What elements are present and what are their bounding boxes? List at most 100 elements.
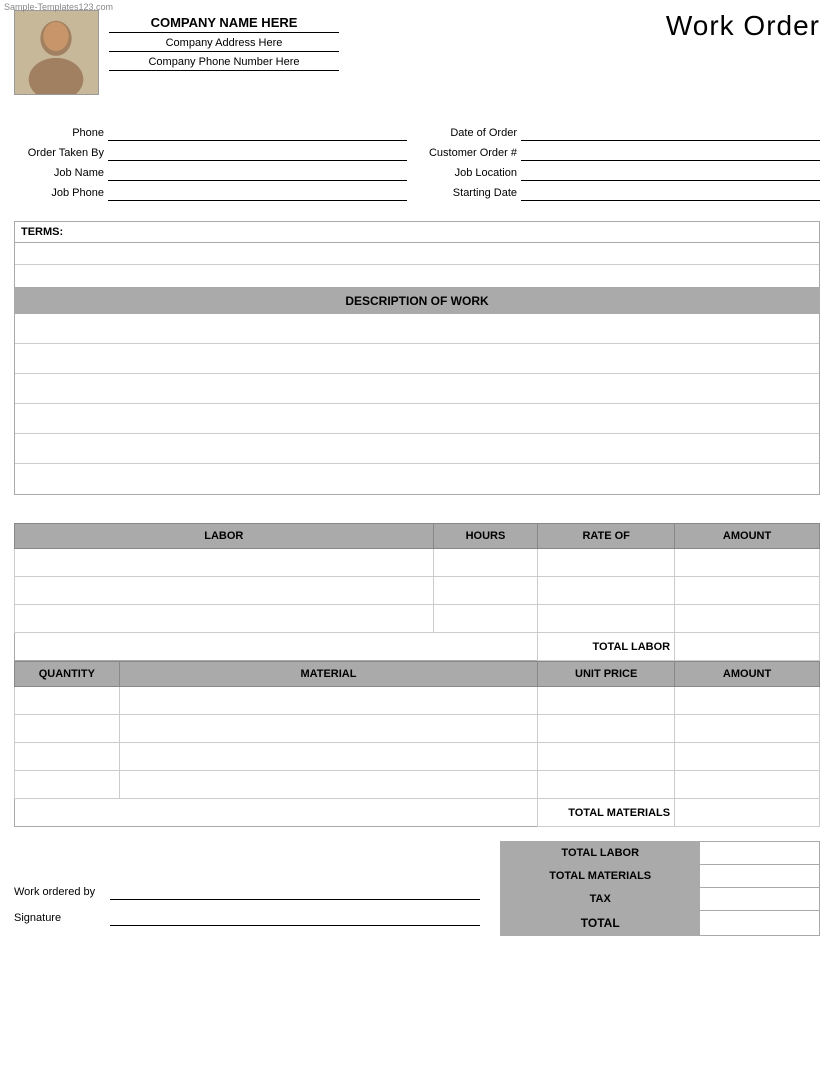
mat-row-1-material[interactable] xyxy=(119,687,538,715)
order-taken-by-row: Order Taken By xyxy=(14,145,407,161)
mat-row-3-unit[interactable] xyxy=(538,743,675,771)
mat-row-4-unit[interactable] xyxy=(538,771,675,799)
mat-row-2-amount[interactable] xyxy=(675,715,820,743)
mat-row-4-amount[interactable] xyxy=(675,771,820,799)
unit-price-col-header: UNIT PRICE xyxy=(538,662,675,687)
summary-total-labor: TOTAL LABOR xyxy=(501,842,820,865)
mat-row-4-material[interactable] xyxy=(119,771,538,799)
hours-col-header: HOURS xyxy=(433,524,538,549)
labor-row-1[interactable] xyxy=(15,549,820,577)
company-address: Company Address Here xyxy=(109,37,339,52)
desc-row-6[interactable] xyxy=(15,464,819,494)
phone-row: Phone xyxy=(14,125,407,141)
job-location-label: Job Location xyxy=(427,167,517,179)
description-section xyxy=(14,314,820,495)
avatar xyxy=(14,10,99,95)
mat-row-2-unit[interactable] xyxy=(538,715,675,743)
starting-date-input[interactable] xyxy=(521,185,820,201)
form-right: Date of Order Customer Order # Job Locat… xyxy=(427,125,820,205)
date-of-order-input[interactable] xyxy=(521,125,820,141)
labor-row-1-rate[interactable] xyxy=(538,549,675,577)
labor-row-3-labor[interactable] xyxy=(15,605,434,633)
terms-row-1[interactable] xyxy=(15,243,819,265)
mat-row-2[interactable] xyxy=(15,715,820,743)
mat-row-2-qty[interactable] xyxy=(15,715,120,743)
summary-total-label: TOTAL xyxy=(501,911,700,936)
company-name: COMPANY NAME HERE xyxy=(109,15,339,33)
summary-total-value[interactable] xyxy=(700,911,820,936)
desc-row-1[interactable] xyxy=(15,314,819,344)
mat-row-1-amount[interactable] xyxy=(675,687,820,715)
labor-row-3-rate[interactable] xyxy=(538,605,675,633)
materials-table: QUANTITY MATERIAL UNIT PRICE AMOUNT xyxy=(14,661,820,827)
job-name-input[interactable] xyxy=(108,165,407,181)
job-phone-row: Job Phone xyxy=(14,185,407,201)
watermark: Sample-Templates123.com xyxy=(4,2,113,12)
summary-section: Work ordered by Signature TOTAL LABOR TO… xyxy=(14,841,820,936)
labor-row-1-hours[interactable] xyxy=(433,549,538,577)
header-left: COMPANY NAME HERE Company Address Here C… xyxy=(14,10,339,95)
desc-row-5[interactable] xyxy=(15,434,819,464)
summary-total-labor-value[interactable] xyxy=(700,842,820,865)
materials-total-value[interactable] xyxy=(675,799,820,827)
job-phone-label: Job Phone xyxy=(14,187,104,199)
mat-row-2-material[interactable] xyxy=(119,715,538,743)
qty-col-header: QUANTITY xyxy=(15,662,120,687)
signature-input[interactable] xyxy=(110,910,480,926)
phone-label: Phone xyxy=(14,127,104,139)
desc-row-3[interactable] xyxy=(15,374,819,404)
terms-row-2[interactable] xyxy=(15,265,819,287)
mat-row-3-qty[interactable] xyxy=(15,743,120,771)
labor-row-2-labor[interactable] xyxy=(15,577,434,605)
labor-col-header: LABOR xyxy=(15,524,434,549)
mat-row-3-material[interactable] xyxy=(119,743,538,771)
labor-row-3-hours[interactable] xyxy=(433,605,538,633)
amount-col-header: AMOUNT xyxy=(675,524,820,549)
phone-input[interactable] xyxy=(108,125,407,141)
job-name-row: Job Name xyxy=(14,165,407,181)
job-phone-input[interactable] xyxy=(108,185,407,201)
customer-order-row: Customer Order # xyxy=(427,145,820,161)
desc-row-2[interactable] xyxy=(15,344,819,374)
labor-row-1-amount[interactable] xyxy=(675,549,820,577)
labor-row-2-hours[interactable] xyxy=(433,577,538,605)
summary-total: TOTAL xyxy=(501,911,820,936)
work-ordered-by-input[interactable] xyxy=(110,884,480,900)
summary-tax-label: TAX xyxy=(501,888,700,911)
summary-total-materials-value[interactable] xyxy=(700,865,820,888)
labor-section: LABOR HOURS RATE OF AMOUNT xyxy=(14,523,820,827)
labor-row-1-labor[interactable] xyxy=(15,549,434,577)
order-taken-by-input[interactable] xyxy=(108,145,407,161)
company-phone: Company Phone Number Here xyxy=(109,56,339,71)
labor-total-row: TOTAL LABOR xyxy=(15,633,820,661)
customer-order-input[interactable] xyxy=(521,145,820,161)
labor-row-2-amount[interactable] xyxy=(675,577,820,605)
labor-row-2[interactable] xyxy=(15,577,820,605)
mat-row-3-amount[interactable] xyxy=(675,743,820,771)
page-title: Work Order xyxy=(666,10,820,42)
summary-total-materials-label: TOTAL MATERIALS xyxy=(501,865,700,888)
description-header: DESCRIPTION OF WORK xyxy=(14,288,820,314)
labor-row-3-amount[interactable] xyxy=(675,605,820,633)
summary-table: TOTAL LABOR TOTAL MATERIALS TAX TOTAL xyxy=(500,841,820,936)
labor-total-value[interactable] xyxy=(675,633,820,661)
terms-section: TERMS: xyxy=(14,221,820,288)
mat-row-4-qty[interactable] xyxy=(15,771,120,799)
mat-row-1-qty[interactable] xyxy=(15,687,120,715)
job-location-row: Job Location xyxy=(427,165,820,181)
work-ordered-by-row: Work ordered by xyxy=(14,884,480,900)
desc-row-4[interactable] xyxy=(15,404,819,434)
job-location-input[interactable] xyxy=(521,165,820,181)
summary-total-materials: TOTAL MATERIALS xyxy=(501,865,820,888)
form-left: Phone Order Taken By Job Name Job Phone xyxy=(14,125,407,205)
summary-tax-value[interactable] xyxy=(700,888,820,911)
mat-row-3[interactable] xyxy=(15,743,820,771)
labor-table: LABOR HOURS RATE OF AMOUNT xyxy=(14,523,820,661)
mat-row-4[interactable] xyxy=(15,771,820,799)
terms-header: TERMS: xyxy=(15,222,819,243)
date-of-order-row: Date of Order xyxy=(427,125,820,141)
mat-row-1-unit[interactable] xyxy=(538,687,675,715)
mat-row-1[interactable] xyxy=(15,687,820,715)
labor-row-3[interactable] xyxy=(15,605,820,633)
labor-row-2-rate[interactable] xyxy=(538,577,675,605)
